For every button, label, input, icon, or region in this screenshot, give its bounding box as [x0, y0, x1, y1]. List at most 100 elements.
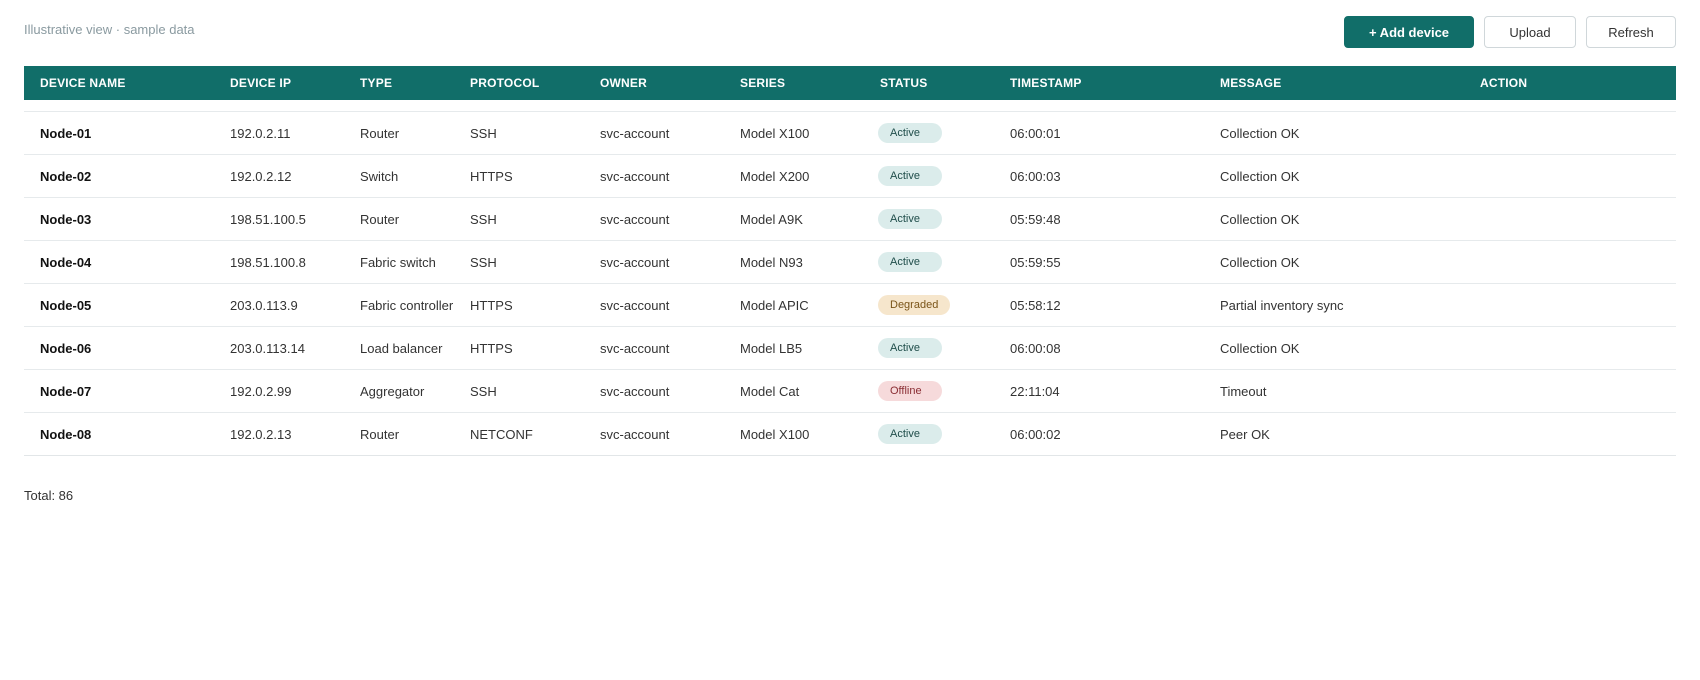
- cell-device-name: Node-08: [24, 412, 214, 456]
- cell-message: Collection OK: [1204, 197, 1464, 241]
- action-buttons: + Add device Upload Refresh: [1344, 16, 1676, 48]
- cell-owner: svc-account: [584, 240, 724, 284]
- cell-status: Degraded: [864, 283, 994, 327]
- table-row[interactable]: Node-07 192.0.2.99 Aggregator SSH svc-accoun…: [24, 369, 1676, 413]
- status-badge: Active: [878, 209, 942, 229]
- table-row[interactable]: Node-05 203.0.113.9 Fabric controller HTTPS…: [24, 283, 1676, 327]
- status-badge: Active: [878, 424, 942, 444]
- cell-action: [1464, 197, 1676, 241]
- cell-message: Peer OK: [1204, 412, 1464, 456]
- upload-button[interactable]: Upload: [1484, 16, 1576, 48]
- cell-type: Switch: [344, 154, 454, 198]
- cell-device-name: Node-03: [24, 197, 214, 241]
- cell-message: Timeout: [1204, 369, 1464, 413]
- column-header-action: ACTION: [1464, 66, 1676, 100]
- cell-series: Model X100: [724, 412, 864, 456]
- cell-device-name: Node-07: [24, 369, 214, 413]
- cell-timestamp: 05:59:48: [994, 197, 1204, 241]
- cell-owner: svc-account: [584, 154, 724, 198]
- column-header-protocol[interactable]: PROTOCOL: [454, 66, 584, 100]
- column-header-message[interactable]: MESSAGE: [1204, 66, 1464, 100]
- cell-action: [1464, 369, 1676, 413]
- cell-device-ip: 203.0.113.9: [214, 283, 344, 327]
- column-header-type[interactable]: TYPE: [344, 66, 454, 100]
- cell-device-ip: 192.0.2.11: [214, 111, 344, 155]
- cell-message: Collection OK: [1204, 154, 1464, 198]
- cell-message: Collection OK: [1204, 111, 1464, 155]
- cell-message: Collection OK: [1204, 326, 1464, 370]
- table-row[interactable]: Node-06 203.0.113.14 Load balancer HTTPS svc…: [24, 326, 1676, 370]
- cell-series: Model N93: [724, 240, 864, 284]
- table-spacer: [24, 100, 1676, 112]
- cell-device-name: Node-06: [24, 326, 214, 370]
- cell-type: Fabric controller: [344, 283, 454, 327]
- cell-series: Model LB5: [724, 326, 864, 370]
- cell-timestamp: 05:58:12: [994, 283, 1204, 327]
- cell-timestamp: 06:00:08: [994, 326, 1204, 370]
- cell-device-ip: 198.51.100.8: [214, 240, 344, 284]
- table-row[interactable]: Node-08 192.0.2.13 Router NETCONF svc-accoun…: [24, 412, 1676, 456]
- cell-device-name: Node-04: [24, 240, 214, 284]
- cell-device-ip: 192.0.2.99: [214, 369, 344, 413]
- cell-device-name: Node-02: [24, 154, 214, 198]
- add-device-button[interactable]: + Add device: [1344, 16, 1474, 48]
- cell-device-name: Node-05: [24, 283, 214, 327]
- device-table: DEVICE NAME DEVICE IP TYPE PROTOCOL OWNE…: [24, 66, 1676, 456]
- cell-owner: svc-account: [584, 369, 724, 413]
- status-badge: Degraded: [878, 295, 951, 315]
- page-caption: Illustrative view · sample data: [24, 22, 195, 37]
- cell-device-ip: 198.51.100.5: [214, 197, 344, 241]
- cell-device-ip: 192.0.2.12: [214, 154, 344, 198]
- cell-owner: svc-account: [584, 326, 724, 370]
- cell-action: [1464, 283, 1676, 327]
- cell-type: Router: [344, 412, 454, 456]
- toolbar: Illustrative view · sample data + Add de…: [24, 16, 1676, 50]
- cell-action: [1464, 240, 1676, 284]
- cell-type: Fabric switch: [344, 240, 454, 284]
- table-row[interactable]: Node-02 192.0.2.12 Switch HTTPS svc-account M…: [24, 154, 1676, 198]
- column-header-device-name[interactable]: DEVICE NAME: [24, 66, 214, 100]
- cell-status: Active: [864, 240, 994, 284]
- status-badge: Active: [878, 338, 942, 358]
- cell-status: Active: [864, 154, 994, 198]
- cell-device-name: Node-01: [24, 111, 214, 155]
- cell-timestamp: 06:00:03: [994, 154, 1204, 198]
- cell-status: Active: [864, 412, 994, 456]
- cell-series: Model APIC: [724, 283, 864, 327]
- cell-protocol: SSH: [454, 197, 584, 241]
- table-row[interactable]: Node-04 198.51.100.8 Fabric switch SSH svc-a…: [24, 240, 1676, 284]
- cell-owner: svc-account: [584, 197, 724, 241]
- table-row[interactable]: Node-01 192.0.2.11 Router SSH svc-account Mod…: [24, 111, 1676, 155]
- table-header-row: DEVICE NAME DEVICE IP TYPE PROTOCOL OWNE…: [24, 66, 1676, 100]
- status-badge: Active: [878, 166, 942, 186]
- cell-owner: svc-account: [584, 412, 724, 456]
- cell-type: Router: [344, 197, 454, 241]
- cell-protocol: SSH: [454, 111, 584, 155]
- cell-message: Partial inventory sync: [1204, 283, 1464, 327]
- total-count: Total: 86: [24, 488, 74, 503]
- cell-status: Active: [864, 326, 994, 370]
- cell-series: Model Cat: [724, 369, 864, 413]
- cell-status: Active: [864, 111, 994, 155]
- cell-series: Model X200: [724, 154, 864, 198]
- column-header-timestamp[interactable]: TIMESTAMP: [994, 66, 1204, 100]
- cell-device-ip: 192.0.2.13: [214, 412, 344, 456]
- cell-action: [1464, 154, 1676, 198]
- column-header-device-ip[interactable]: DEVICE IP: [214, 66, 344, 100]
- cell-timestamp: 05:59:55: [994, 240, 1204, 284]
- cell-action: [1464, 412, 1676, 456]
- cell-protocol: NETCONF: [454, 412, 584, 456]
- column-header-series[interactable]: SERIES: [724, 66, 864, 100]
- refresh-button[interactable]: Refresh: [1586, 16, 1676, 48]
- cell-protocol: SSH: [454, 240, 584, 284]
- status-badge: Offline: [878, 381, 942, 401]
- column-header-owner[interactable]: OWNER: [584, 66, 724, 100]
- table-body: Node-01 192.0.2.11 Router SSH svc-account Mod…: [24, 100, 1676, 456]
- table-row[interactable]: Node-03 198.51.100.5 Router SSH svc-account M…: [24, 197, 1676, 241]
- status-badge: Active: [878, 123, 942, 143]
- status-badge: Active: [878, 252, 942, 272]
- cell-action: [1464, 326, 1676, 370]
- cell-timestamp: 22:11:04: [994, 369, 1204, 413]
- cell-owner: svc-account: [584, 111, 724, 155]
- column-header-status[interactable]: STATUS: [864, 66, 994, 100]
